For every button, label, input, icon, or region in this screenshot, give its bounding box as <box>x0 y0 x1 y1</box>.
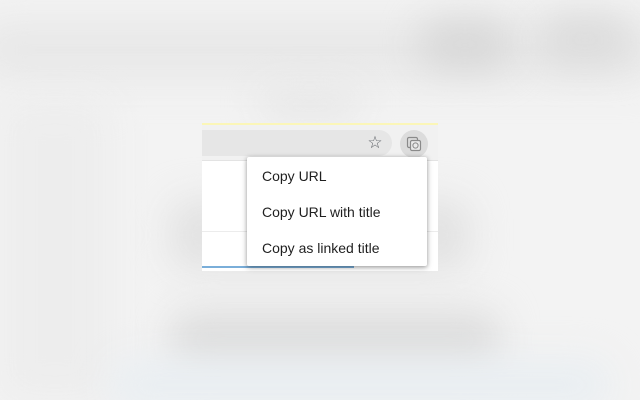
extension-dropdown-menu: Copy URL Copy URL with title Copy as lin… <box>247 157 427 266</box>
copy-url-extension-icon <box>406 136 422 152</box>
blurred-element <box>540 15 630 65</box>
blurred-element <box>260 90 360 120</box>
address-bar[interactable]: ☆ <box>202 130 392 156</box>
menu-item-copy-as-linked-title[interactable]: Copy as linked title <box>247 230 427 266</box>
menu-item-copy-url-with-title[interactable]: Copy URL with title <box>247 194 427 230</box>
blurred-sidebar <box>0 100 110 400</box>
copy-url-extension-button[interactable] <box>400 130 428 158</box>
blurred-element <box>420 20 510 70</box>
link-underline <box>202 266 354 268</box>
browser-toolbar: ☆ <box>202 125 438 160</box>
menu-item-copy-url[interactable]: Copy URL <box>247 158 427 194</box>
star-outline-icon[interactable]: ☆ <box>366 134 384 152</box>
blurred-footer <box>110 360 610 400</box>
